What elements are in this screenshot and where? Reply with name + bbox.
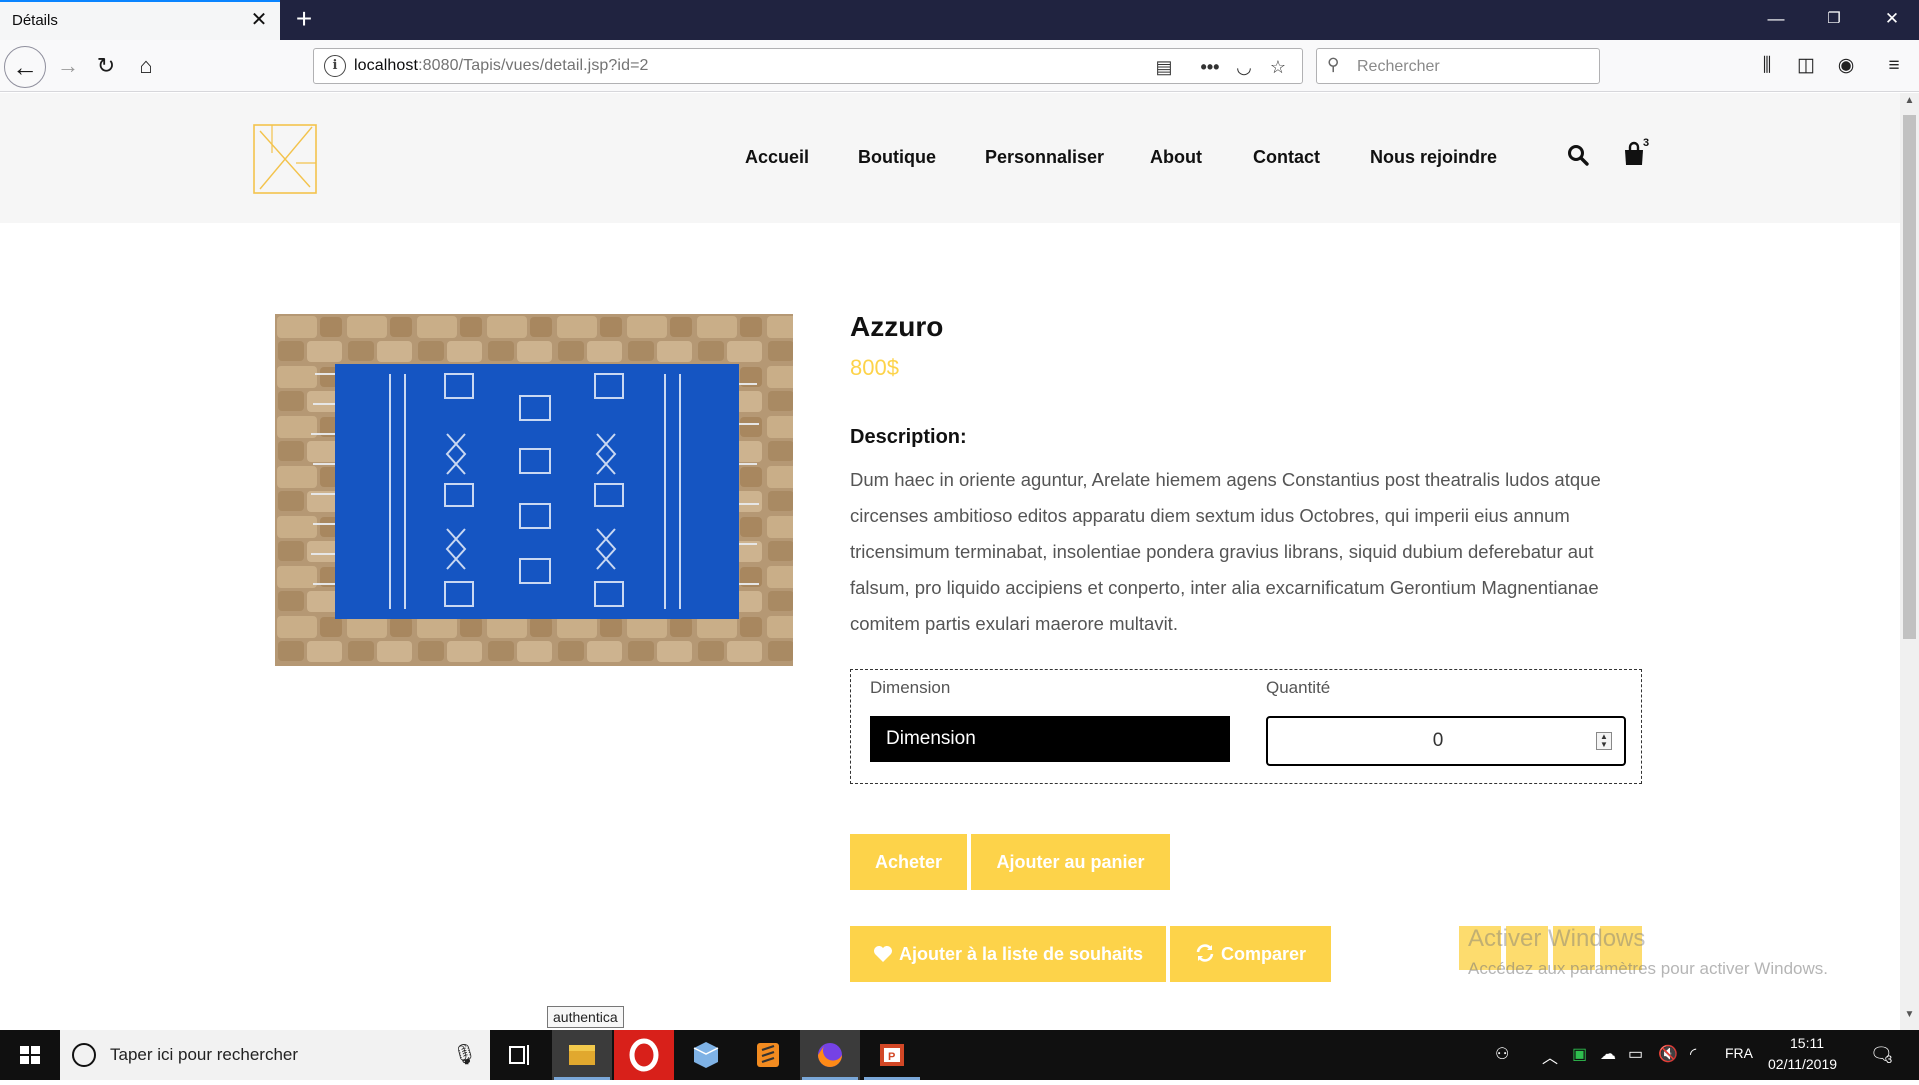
tab-title: Détails — [12, 12, 58, 29]
windows-taskbar: Taper ici pour rechercher 🎙 P ⚇ ︿ ▣ ☁ ▭ … — [0, 1030, 1919, 1080]
add-to-wishlist-button[interactable]: Ajouter à la liste de souhaits — [850, 926, 1166, 982]
product-image[interactable] — [275, 314, 793, 666]
search-icon[interactable] — [1566, 143, 1590, 167]
taskbar-search-box[interactable]: Taper ici pour rechercher 🎙 — [60, 1030, 490, 1080]
account-icon[interactable]: ◉ — [1832, 52, 1860, 80]
search-icon: ⚲ — [1327, 55, 1340, 74]
language-indicator[interactable]: FRA — [1725, 1045, 1753, 1061]
add-to-cart-button[interactable]: Ajouter au panier — [971, 834, 1170, 890]
firefox-icon[interactable] — [800, 1030, 860, 1080]
file-explorer-icon[interactable] — [552, 1030, 612, 1080]
heart-icon — [873, 946, 892, 962]
window-close-icon[interactable]: ✕ — [1872, 6, 1912, 32]
volume-muted-icon[interactable]: 🔇 — [1658, 1044, 1678, 1064]
browser-tab[interactable]: Détails ✕ — [0, 0, 280, 40]
menu-item-personnaliser[interactable]: Personnaliser — [985, 147, 1104, 168]
dimension-select[interactable]: Dimension — [870, 716, 1230, 762]
opera-browser-icon[interactable] — [614, 1030, 674, 1080]
bookmark-star-icon[interactable]: ☆ — [1266, 55, 1290, 79]
menu-item-accueil[interactable]: Accueil — [745, 147, 809, 168]
wishlist-label: Ajouter à la liste de souhaits — [898, 944, 1144, 964]
page-actions-icon[interactable]: ••• — [1198, 55, 1222, 79]
show-hidden-icons-chevron-icon[interactable]: ︿ — [1542, 1044, 1558, 1068]
activate-windows-title: Activer Windows — [1468, 925, 1646, 952]
sidebar-icon[interactable]: ◫ — [1792, 52, 1820, 80]
site-header: Accueil Boutique Personnaliser About Con… — [0, 93, 1900, 223]
powerpoint-icon[interactable]: P — [862, 1030, 922, 1080]
notification-count-badge: 3 — [1886, 1054, 1893, 1066]
search-placeholder: Rechercher — [1357, 58, 1440, 75]
quantity-label: Quantité — [1266, 678, 1331, 697]
buy-button[interactable]: Acheter — [850, 834, 967, 890]
quantity-spinner-icon[interactable]: ▲ ▼ — [1596, 732, 1612, 750]
back-arrow-icon[interactable]: ← — [4, 46, 46, 88]
compare-button[interactable]: Comparer — [1170, 926, 1331, 982]
people-icon[interactable]: ⚇ — [1495, 1044, 1509, 1064]
pocket-icon[interactable]: ◡ — [1232, 55, 1256, 79]
menu-item-about[interactable]: About — [1150, 147, 1202, 168]
reader-view-icon[interactable]: ▤ — [1152, 55, 1176, 79]
browser-search-box[interactable]: ⚲ Rechercher — [1316, 48, 1600, 84]
quantity-input[interactable]: 0 ▲ ▼ — [1266, 716, 1626, 766]
wifi-icon[interactable]: ◜ — [1690, 1044, 1696, 1064]
browser-nav-bar: ← → ↻ ⌂ i localhost:8080/Tapis/vues/deta… — [0, 40, 1919, 92]
new-tab-plus-icon[interactable]: + — [289, 4, 319, 34]
scroll-up-arrow-icon[interactable]: ▲ — [1900, 95, 1919, 111]
description-text: Dum haec in oriente aguntur, Arelate hie… — [850, 469, 1601, 634]
window-restore-icon[interactable]: ❐ — [1814, 6, 1854, 32]
scroll-down-arrow-icon[interactable]: ▼ — [1900, 1009, 1919, 1025]
menu-item-nous-rejoindre[interactable]: Nous rejoindre — [1370, 147, 1497, 168]
site-logo[interactable] — [252, 123, 318, 195]
menu-item-contact[interactable]: Contact — [1253, 147, 1320, 168]
product-options-box: Dimension Quantité Dimension 0 ▲ ▼ — [850, 669, 1642, 784]
sublime-text-icon[interactable] — [738, 1030, 798, 1080]
product-price: 800$ — [850, 355, 899, 380]
cortana-icon — [72, 1043, 96, 1067]
taskbar-search-placeholder: Taper ici pour rechercher — [110, 1045, 299, 1064]
task-view-icon[interactable] — [490, 1030, 550, 1080]
taskbar-tooltip: authentica — [547, 1006, 624, 1028]
forward-arrow-icon[interactable]: → — [50, 48, 86, 84]
tab-close-icon[interactable]: ✕ — [248, 9, 270, 31]
reload-icon[interactable]: ↻ — [88, 48, 124, 84]
svg-text:P: P — [888, 1051, 895, 1063]
virtualbox-icon[interactable] — [676, 1030, 736, 1080]
web-page: Accueil Boutique Personnaliser About Con… — [0, 93, 1900, 1030]
site-info-icon[interactable]: i — [324, 55, 346, 77]
quantity-value: 0 — [1432, 730, 1444, 751]
window-minimize-icon[interactable]: — — [1756, 6, 1796, 32]
product-title: Azzuro — [850, 311, 944, 342]
onedrive-icon[interactable]: ☁ — [1600, 1044, 1616, 1064]
page-scrollbar[interactable]: ▲ ▼ — [1900, 93, 1919, 1030]
battery-icon[interactable]: ▭ — [1628, 1044, 1643, 1064]
compare-label: Comparer — [1220, 944, 1307, 964]
activate-windows-subtitle: Accédez aux paramètres pour activer Wind… — [1468, 959, 1828, 978]
menu-icon[interactable]: ≡ — [1880, 52, 1908, 80]
browser-tab-bar: Détails ✕ + — ❐ ✕ — [0, 0, 1919, 40]
tray-app-icon[interactable]: ▣ — [1572, 1044, 1587, 1064]
menu-item-boutique[interactable]: Boutique — [858, 147, 936, 168]
url-bar[interactable]: i localhost:8080/Tapis/vues/detail.jsp?i… — [313, 48, 1303, 84]
windows-start-icon[interactable] — [0, 1030, 60, 1080]
dimension-label: Dimension — [870, 678, 951, 697]
home-icon[interactable]: ⌂ — [128, 48, 164, 84]
clock-time[interactable]: 15:11 — [1790, 1035, 1824, 1051]
url-text[interactable]: localhost:8080/Tapis/vues/detail.jsp?id=… — [354, 57, 649, 75]
library-icon[interactable]: ⫼ — [1753, 52, 1781, 80]
clock-date[interactable]: 02/11/2019 — [1768, 1056, 1837, 1072]
cart-count-badge: 3 — [1643, 137, 1650, 149]
scrollbar-thumb[interactable] — [1903, 115, 1916, 639]
microphone-icon[interactable]: 🎙 — [452, 1042, 477, 1067]
refresh-icon — [1196, 944, 1214, 962]
description-heading: Description: — [850, 426, 967, 448]
